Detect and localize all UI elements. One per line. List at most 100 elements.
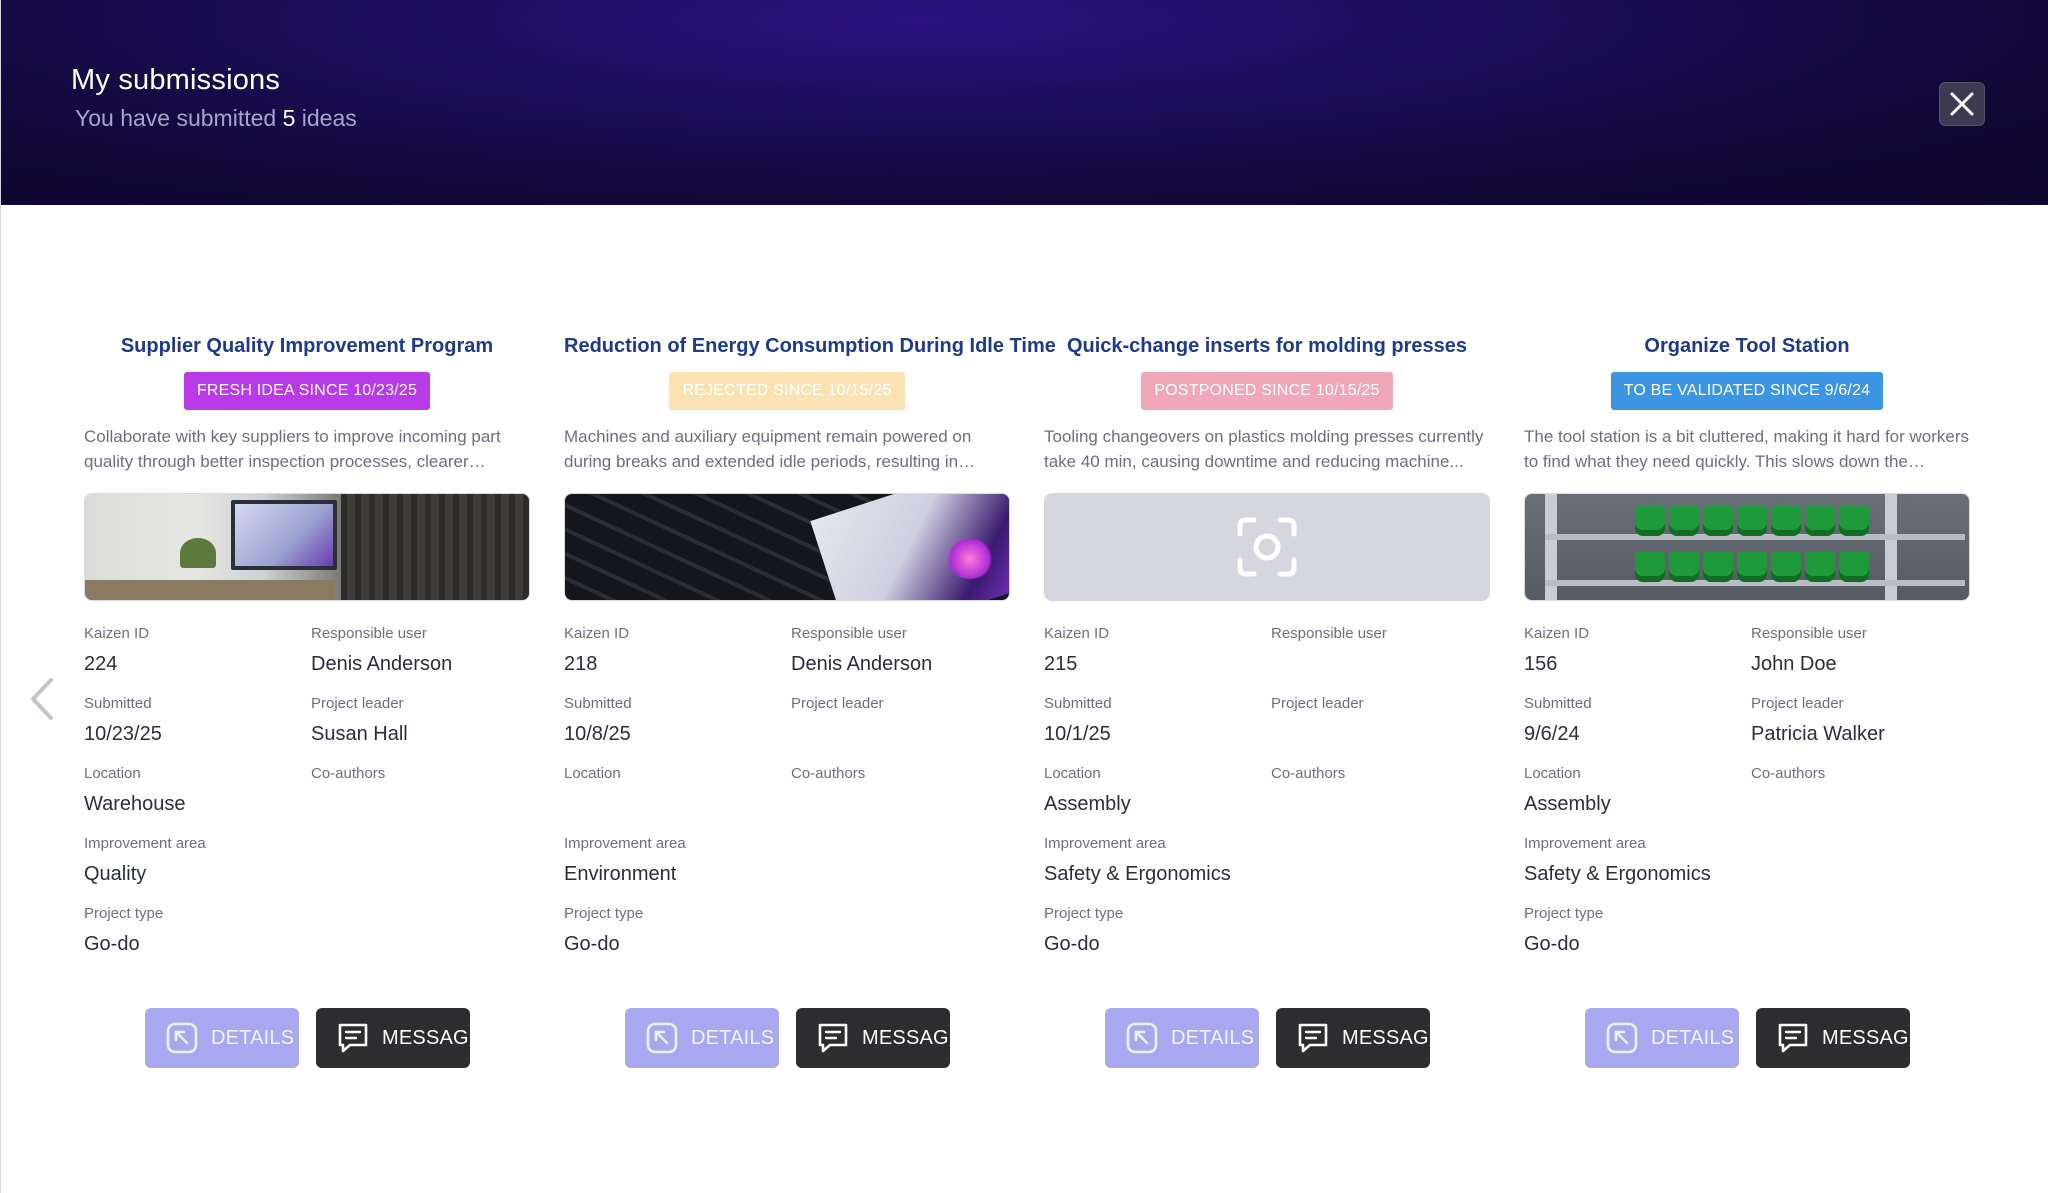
submitted-label: Submitted — [1044, 695, 1112, 712]
submitted-value: 10/1/25 — [1044, 723, 1111, 745]
message-icon — [336, 1021, 370, 1055]
kaizen-id-value: 215 — [1044, 653, 1078, 675]
message-button[interactable]: MESSAGE — [1276, 1008, 1442, 1068]
responsible-user-label: Responsible user — [1751, 625, 1867, 642]
card-actions: DETAILS MESSAGE — [564, 1008, 1010, 1068]
chevron-left-icon — [31, 678, 53, 720]
responsible-user-field: Responsible user Denis Anderson — [311, 625, 531, 677]
modal-header: My submissions You have submitted 5 idea… — [1, 0, 2048, 205]
responsible-user-value: Denis Anderson — [791, 653, 933, 675]
improvement-area-value: Safety & Ergonomics — [1524, 863, 1711, 885]
project-leader-field: Project leader Susan Hall — [311, 695, 531, 747]
project-type-field: Project type Go-do — [84, 905, 304, 957]
submitted-label: Submitted — [564, 695, 632, 712]
submitted-value: 10/23/25 — [84, 723, 162, 745]
status-badge: REJECTED SINCE 10/15/25 — [669, 372, 905, 410]
open-details-icon — [1605, 1021, 1639, 1055]
co-authors-label: Co-authors — [311, 765, 386, 782]
card-title[interactable]: Reduction of Energy Consumption During I… — [564, 330, 1056, 362]
project-leader-value: Patricia Walker — [1751, 723, 1885, 745]
co-authors-label: Co-authors — [1271, 765, 1346, 782]
message-icon — [1296, 1021, 1330, 1055]
responsible-user-value: John Doe — [1751, 653, 1837, 675]
project-leader-label: Project leader — [1751, 695, 1844, 712]
open-details-icon — [165, 1021, 199, 1055]
co-authors-field: Co-authors — [1271, 765, 1491, 791]
card-title[interactable]: Quick-change inserts for molding presses — [1044, 330, 1490, 362]
project-type-field: Project type Go-do — [1524, 905, 1744, 957]
co-authors-label: Co-authors — [791, 765, 866, 782]
card-thumbnail — [84, 493, 530, 601]
improvement-area-field: Improvement area Safety & Ergonomics — [1524, 835, 1964, 887]
submitted-value: 9/6/24 — [1524, 723, 1580, 745]
status-badge: POSTPONED SINCE 10/15/25 — [1141, 372, 1393, 410]
project-leader-field: Project leader — [1271, 695, 1491, 721]
details-label: DETAILS — [1171, 1026, 1255, 1049]
card-actions: DETAILS MESSAGE — [1524, 1008, 1970, 1068]
co-authors-field: Co-authors — [791, 765, 1011, 791]
card-title[interactable]: Organize Tool Station — [1524, 330, 1970, 362]
card-title[interactable]: Supplier Quality Improvement Program — [84, 330, 530, 362]
location-field: Location Assembly — [1044, 765, 1264, 817]
details-button[interactable]: DETAILS — [145, 1008, 299, 1068]
message-button[interactable]: MESSAGE — [316, 1008, 482, 1068]
improvement-area-field: Improvement area Quality — [84, 835, 524, 887]
card-description: The tool station is a bit cluttered, mak… — [1524, 427, 1970, 471]
project-type-label: Project type — [564, 905, 644, 922]
card-thumbnail — [1044, 493, 1490, 601]
project-type-value: Go-do — [84, 933, 140, 955]
kaizen-id-value: 156 — [1524, 653, 1558, 675]
location-value: Assembly — [1524, 793, 1611, 815]
submissions-modal: My submissions You have submitted 5 idea… — [0, 0, 2048, 1193]
card-thumbnail — [564, 493, 1010, 601]
submitted-label: Submitted — [1524, 695, 1592, 712]
project-type-value: Go-do — [1524, 933, 1580, 955]
responsible-user-label: Responsible user — [311, 625, 427, 642]
co-authors-field: Co-authors — [1751, 765, 1971, 791]
kaizen-id-label: Kaizen ID — [84, 625, 150, 642]
project-leader-field: Project leader — [791, 695, 1011, 721]
card-description: Tooling changeovers on plastics molding … — [1044, 427, 1484, 471]
details-button[interactable]: DETAILS — [625, 1008, 779, 1068]
previous-page-button[interactable] — [25, 676, 59, 722]
location-label: Location — [1044, 765, 1101, 782]
card-fields: Kaizen ID 156 Responsible user John Doe … — [1524, 625, 1970, 965]
location-value: Warehouse — [84, 793, 186, 815]
camera-placeholder-icon — [1237, 517, 1297, 577]
co-authors-field: Co-authors — [311, 765, 531, 791]
card-description: Machines and auxiliary equipment remain … — [564, 427, 972, 471]
details-label: DETAILS — [211, 1026, 295, 1049]
status-badge: FRESH IDEA SINCE 10/23/25 — [183, 372, 431, 410]
message-button[interactable]: MESSAGE — [1756, 1008, 1922, 1068]
submission-card: Organize Tool Station TO BE VALIDATED SI… — [1524, 330, 1970, 1068]
message-label: MESSAGE — [862, 1026, 963, 1049]
close-button[interactable] — [1939, 82, 1985, 126]
improvement-area-field: Improvement area Safety & Ergonomics — [1044, 835, 1484, 887]
kaizen-id-field: Kaizen ID 215 — [1044, 625, 1264, 677]
project-type-label: Project type — [84, 905, 164, 922]
location-label: Location — [84, 765, 141, 782]
subtitle-prefix: You have submitted — [75, 105, 277, 131]
location-field: Location Assembly — [1524, 765, 1744, 817]
open-details-icon — [645, 1021, 679, 1055]
improvement-area-value: Environment — [564, 863, 677, 885]
improvement-area-value: Safety & Ergonomics — [1044, 863, 1231, 885]
submitted-field: Submitted 10/23/25 — [84, 695, 304, 747]
submission-count-text: You have submitted 5 ideas — [75, 105, 357, 132]
message-icon — [816, 1021, 850, 1055]
improvement-area-label: Improvement area — [564, 835, 686, 852]
message-icon — [1776, 1021, 1810, 1055]
project-type-label: Project type — [1524, 905, 1604, 922]
details-button[interactable]: DETAILS — [1105, 1008, 1259, 1068]
message-label: MESSAGE — [382, 1026, 483, 1049]
message-button[interactable]: MESSAGE — [796, 1008, 962, 1068]
responsible-user-field: Responsible user Denis Anderson — [791, 625, 1011, 677]
card-actions: DETAILS MESSAGE — [84, 1008, 530, 1068]
card-description: Collaborate with key suppliers to improv… — [84, 427, 501, 471]
kaizen-id-label: Kaizen ID — [564, 625, 630, 642]
message-label: MESSAGE — [1342, 1026, 1443, 1049]
project-type-field: Project type Go-do — [564, 905, 784, 957]
location-value: Assembly — [1044, 793, 1131, 815]
project-leader-field: Project leader Patricia Walker — [1751, 695, 1971, 747]
details-button[interactable]: DETAILS — [1585, 1008, 1739, 1068]
